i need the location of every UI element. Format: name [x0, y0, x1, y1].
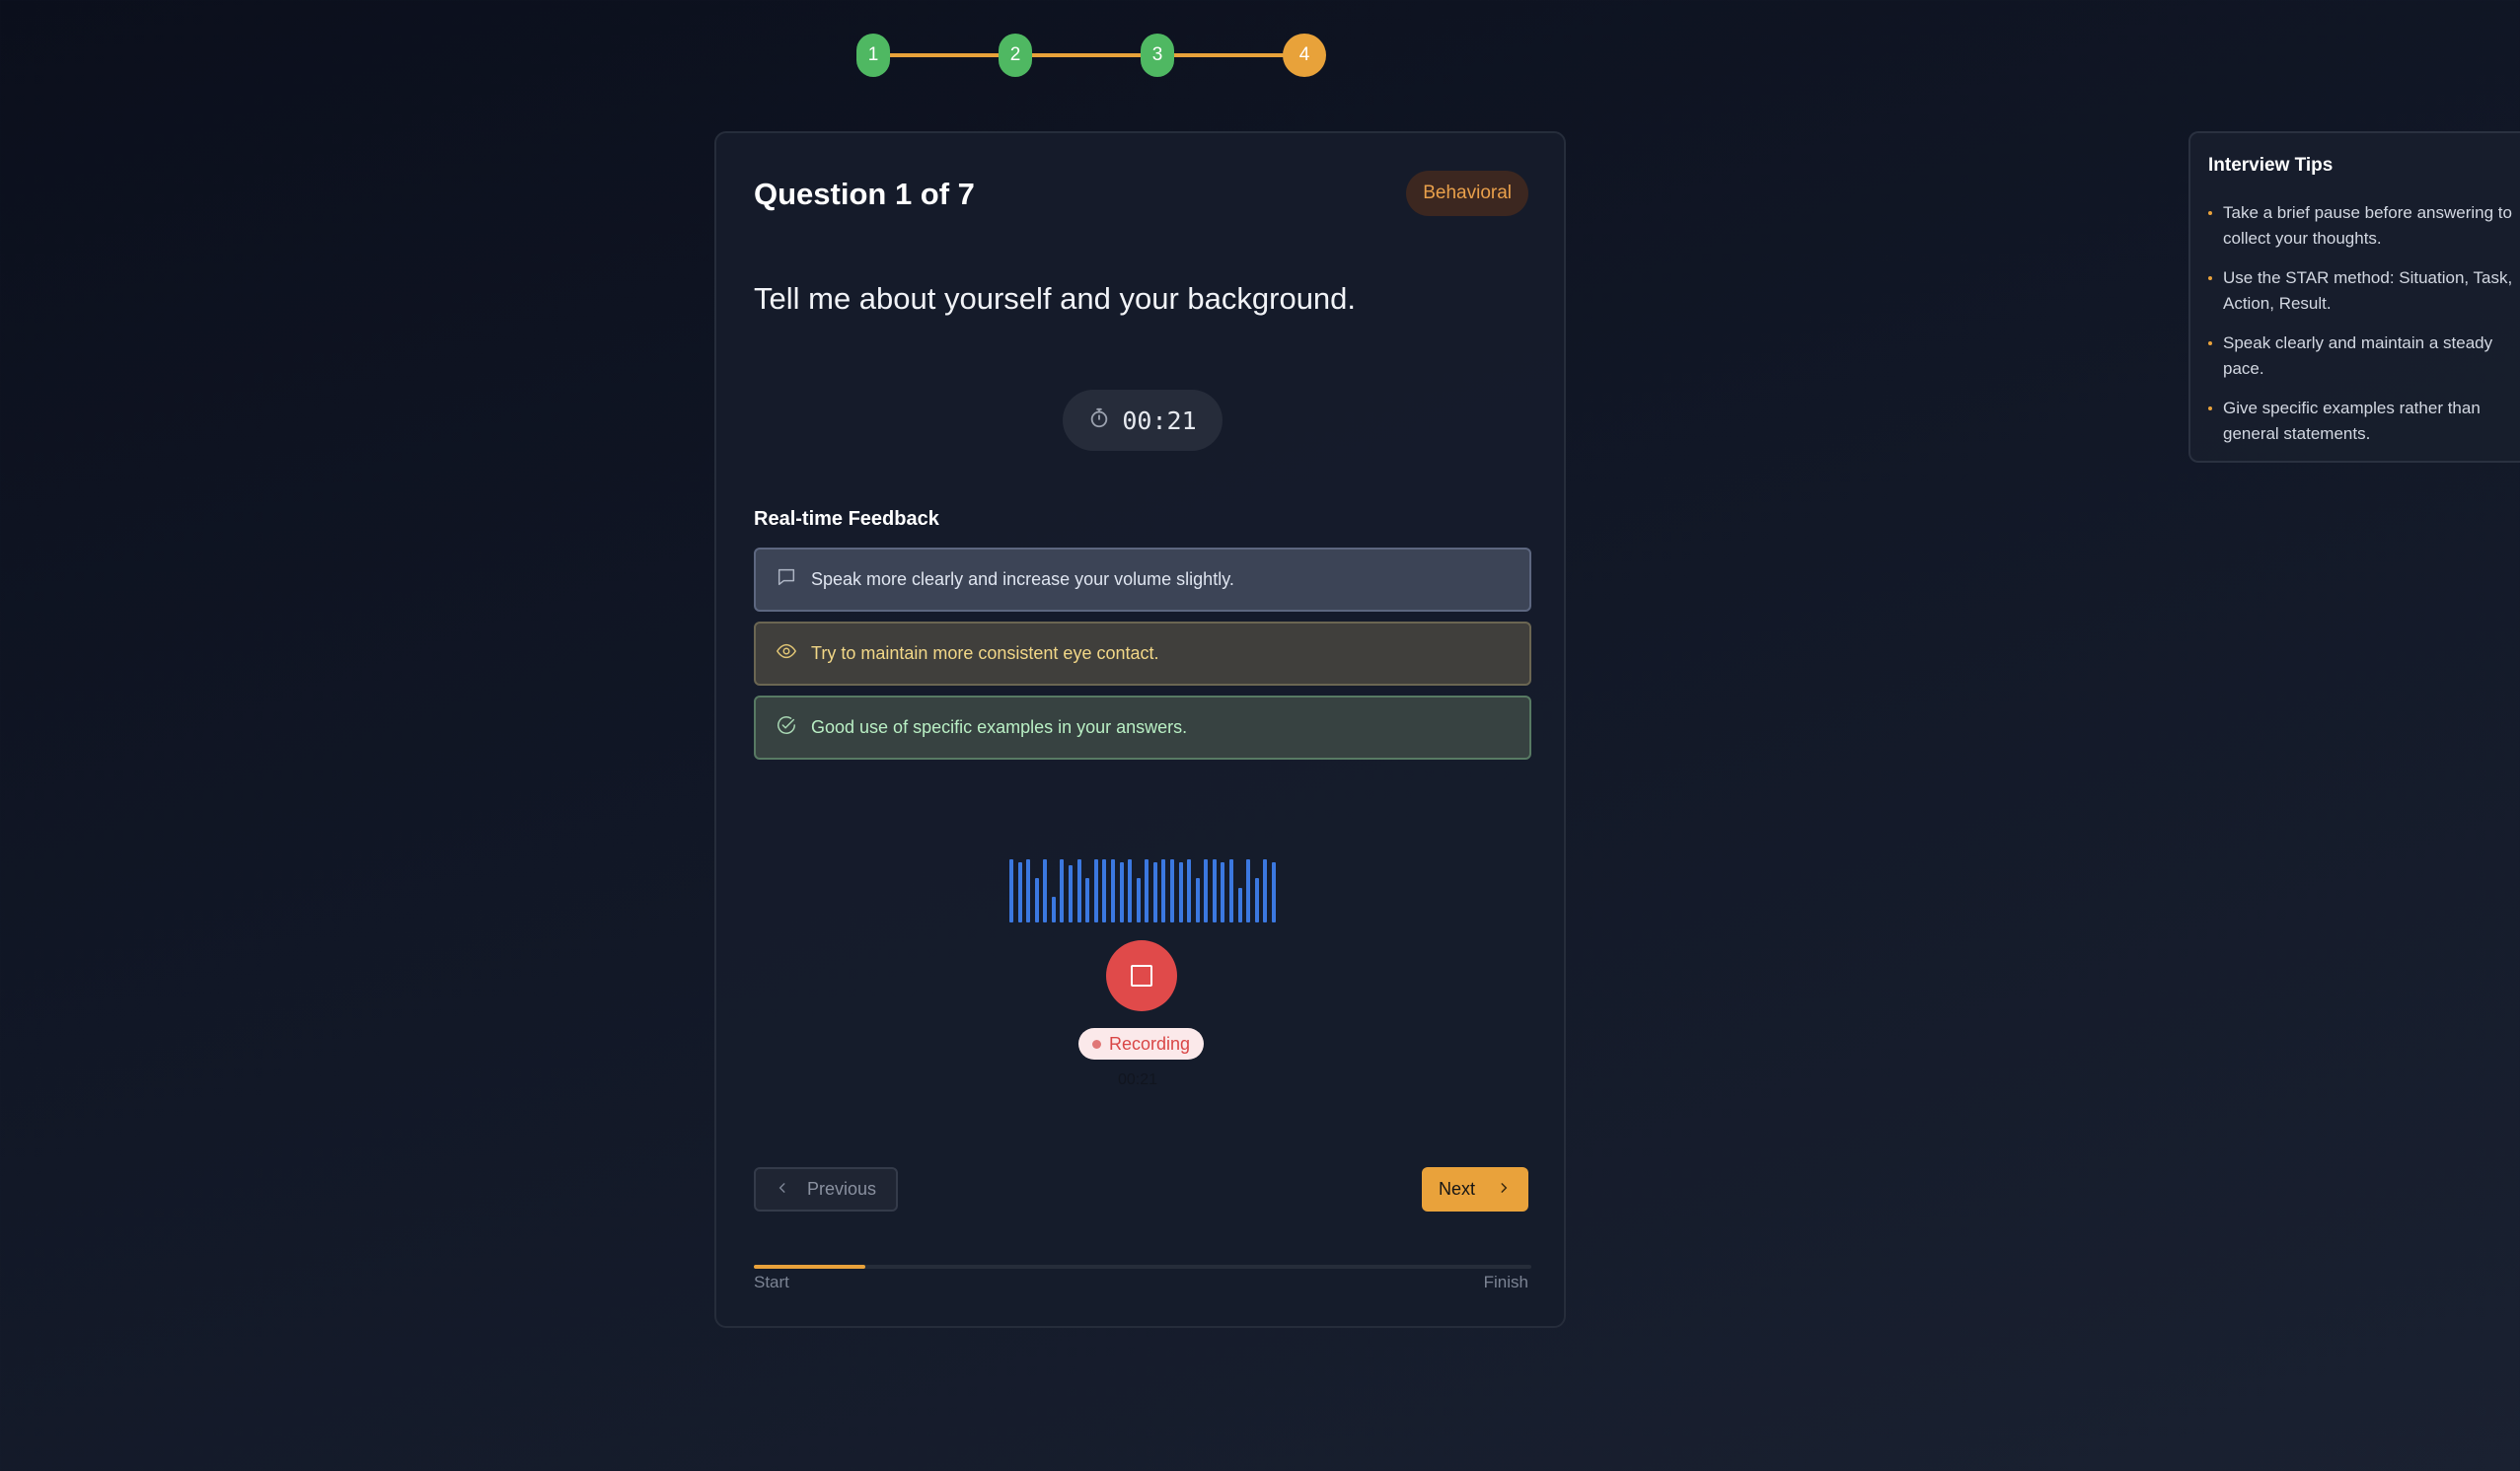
stepper-step-3: 3 — [1141, 34, 1174, 77]
previous-label: Previous — [807, 1179, 877, 1199]
waveform-bar — [1102, 859, 1107, 922]
stepper-connector — [1170, 53, 1297, 57]
bullet-icon — [2208, 341, 2212, 345]
stepper-connector — [1028, 53, 1154, 57]
next-label: Next — [1439, 1179, 1476, 1199]
progress-start-label: Start — [754, 1273, 789, 1291]
waveform-bar — [1034, 878, 1039, 922]
progress-fill — [754, 1265, 865, 1269]
next-button[interactable]: Next — [1422, 1167, 1528, 1212]
recording-status-label: Recording — [1109, 1033, 1191, 1054]
waveform-bar — [1263, 859, 1268, 922]
interview-tips-panel: Interview Tips Take a brief pause before… — [2188, 131, 2520, 463]
stop-icon — [1131, 965, 1152, 987]
chevron-right-icon — [1497, 1179, 1511, 1200]
previous-button[interactable]: Previous — [754, 1167, 898, 1212]
tip-item: Give specific examples rather than gener… — [2208, 396, 2514, 447]
feedback-text: Speak more clearly and increase your vol… — [811, 569, 1234, 589]
waveform-bar — [1136, 878, 1141, 922]
stepper-step-1: 1 — [856, 34, 890, 77]
progress-finish-label: Finish — [1483, 1273, 1528, 1291]
tips-title: Interview Tips — [2208, 155, 2334, 176]
bullet-icon — [2208, 276, 2212, 280]
feedback-title: Real-time Feedback — [754, 508, 939, 530]
waveform-bar — [1152, 862, 1157, 922]
waveform-bar — [1093, 859, 1098, 922]
tip-item: Speak clearly and maintain a steady pace… — [2208, 331, 2514, 382]
waveform-bar — [1204, 859, 1209, 922]
feedback-item-volume: Speak more clearly and increase your vol… — [754, 548, 1531, 612]
stop-recording-button[interactable] — [1106, 940, 1177, 1011]
recording-dot-icon — [1092, 1039, 1101, 1049]
waveform-bar — [1229, 859, 1234, 922]
waveform-bar — [1246, 859, 1251, 922]
waveform-bar — [1169, 859, 1174, 922]
waveform-bar — [1212, 859, 1217, 922]
tip-item: Use the STAR method: Situation, Task, Ac… — [2208, 265, 2514, 317]
question-counter: Question 1 of 7 — [754, 177, 975, 211]
waveform-bar — [1195, 878, 1200, 922]
feedback-item-eye-contact: Try to maintain more consistent eye cont… — [754, 622, 1531, 686]
question-timer: 00:21 — [1063, 390, 1223, 451]
waveform-bar — [1110, 859, 1115, 922]
waveform-bar — [1085, 878, 1090, 922]
waveform-bar — [1026, 859, 1031, 922]
progress-stepper: 1 2 3 4 — [856, 34, 1327, 77]
waveform-bar — [1178, 862, 1183, 922]
waveform-bar — [1237, 888, 1242, 922]
eye-icon — [776, 640, 797, 667]
feedback-item-examples: Good use of specific examples in your an… — [754, 696, 1531, 760]
interview-progress-bar — [754, 1265, 1531, 1269]
waveform-bar — [1069, 865, 1074, 922]
waveform-bar — [1271, 862, 1276, 922]
feedback-text: Try to maintain more consistent eye cont… — [811, 643, 1159, 663]
stepper-step-4: 4 — [1283, 34, 1326, 77]
stepper-connector — [886, 53, 1012, 57]
waveform-bar — [1128, 859, 1133, 922]
waveform-bar — [1187, 859, 1192, 922]
bullet-icon — [2208, 406, 2212, 410]
waveform-bar — [1051, 897, 1056, 922]
waveform-bar — [1254, 878, 1259, 922]
waveform-bar — [1017, 862, 1022, 922]
waveform-bar — [1043, 859, 1048, 922]
waveform-bar — [1161, 859, 1166, 922]
chevron-left-icon — [776, 1179, 789, 1200]
recording-status-badge: Recording — [1078, 1028, 1205, 1060]
waveform-bar — [1009, 859, 1013, 922]
tip-item: Take a brief pause before answering to c… — [2208, 200, 2514, 252]
tips-list: Take a brief pause before answering to c… — [2208, 200, 2514, 461]
check-circle-icon — [776, 714, 797, 741]
waveform-bar — [1145, 859, 1149, 922]
stopwatch-icon — [1088, 406, 1110, 435]
chat-bubble-icon — [776, 566, 797, 593]
bullet-icon — [2208, 211, 2212, 215]
category-badge: Behavioral — [1406, 171, 1528, 216]
stepper-step-2: 2 — [999, 34, 1032, 77]
question-text: Tell me about yourself and your backgrou… — [754, 281, 1357, 316]
recording-elapsed: 00:21 — [1118, 1071, 1158, 1088]
question-card: Question 1 of 7 Behavioral Tell me about… — [714, 131, 1566, 1328]
feedback-text: Good use of specific examples in your an… — [811, 717, 1188, 737]
waveform-bar — [1060, 859, 1065, 922]
waveform-bar — [1119, 862, 1124, 922]
waveform-bar — [1076, 859, 1081, 922]
waveform-bar — [1221, 862, 1225, 922]
audio-waveform — [1009, 859, 1276, 922]
timer-value: 00:21 — [1122, 405, 1197, 435]
